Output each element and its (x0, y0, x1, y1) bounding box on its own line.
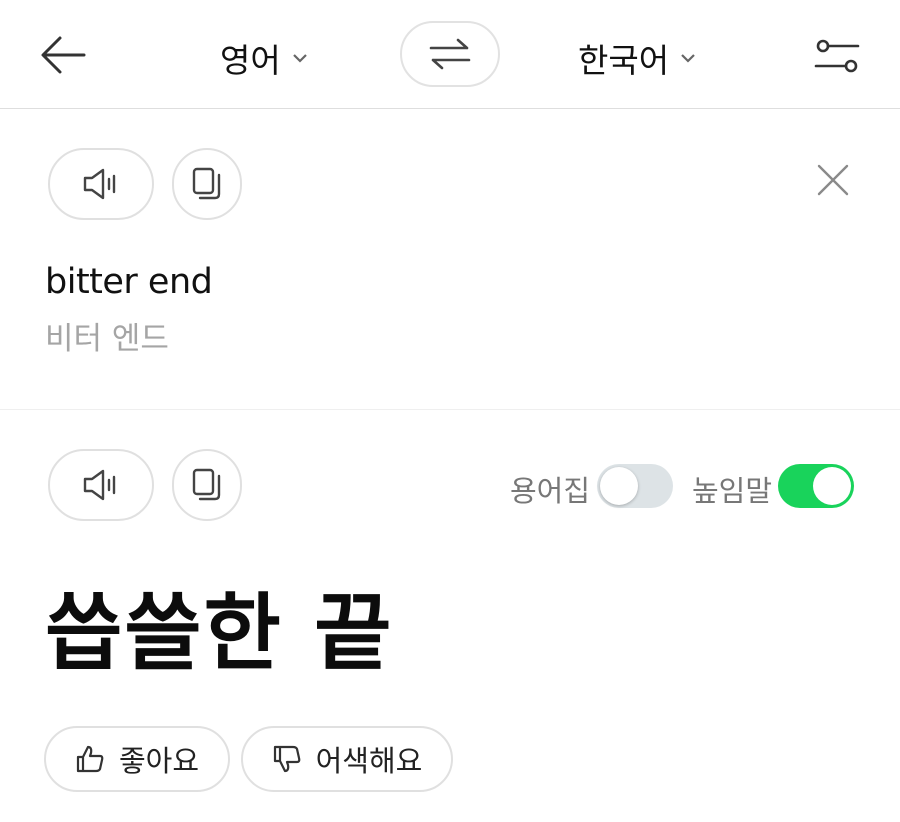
dislike-label: 어색해요 (315, 744, 423, 778)
result-speak-button[interactable] (48, 449, 154, 521)
like-label: 좋아요 (118, 744, 200, 778)
back-arrow-icon (41, 36, 86, 74)
source-copy-button[interactable] (172, 148, 242, 220)
copy-icon (192, 468, 221, 501)
chevron-down-icon (681, 54, 695, 63)
target-language-selector[interactable]: 한국어 (578, 34, 697, 82)
settings-sliders-icon (814, 39, 860, 73)
settings-button[interactable] (812, 36, 862, 76)
source-language-label: 영어 (220, 41, 281, 80)
honorific-toggle-label: 높임말 (692, 474, 773, 508)
source-speak-button[interactable] (48, 148, 154, 220)
glossary-toggle-label: 용어집 (510, 474, 591, 508)
clear-button[interactable] (816, 163, 850, 197)
back-button[interactable] (38, 33, 88, 77)
toggle-knob (600, 467, 638, 505)
thumbs-up-icon (76, 745, 104, 773)
dislike-button[interactable]: 어색해요 (241, 726, 453, 792)
like-button[interactable]: 좋아요 (44, 726, 230, 792)
chevron-down-icon (292, 54, 307, 63)
copy-icon (192, 167, 221, 200)
swap-languages-button[interactable] (400, 21, 500, 87)
source-pronunciation: 비터 엔드 (45, 321, 169, 357)
section-divider (0, 409, 900, 410)
result-copy-button[interactable] (172, 449, 242, 521)
glossary-toggle[interactable] (597, 464, 673, 508)
target-language-label: 한국어 (578, 41, 670, 80)
translation-result: 씁쓸한 끝 (45, 584, 394, 682)
source-text[interactable]: bitter end (45, 262, 213, 302)
thumbs-down-icon (273, 745, 300, 773)
speaker-icon (83, 469, 116, 501)
swap-icon (429, 38, 471, 70)
speaker-icon (83, 168, 116, 200)
honorific-toggle[interactable] (778, 464, 854, 508)
toggle-knob (813, 467, 851, 505)
close-icon (817, 164, 849, 196)
source-language-selector[interactable]: 영어 (220, 34, 309, 82)
